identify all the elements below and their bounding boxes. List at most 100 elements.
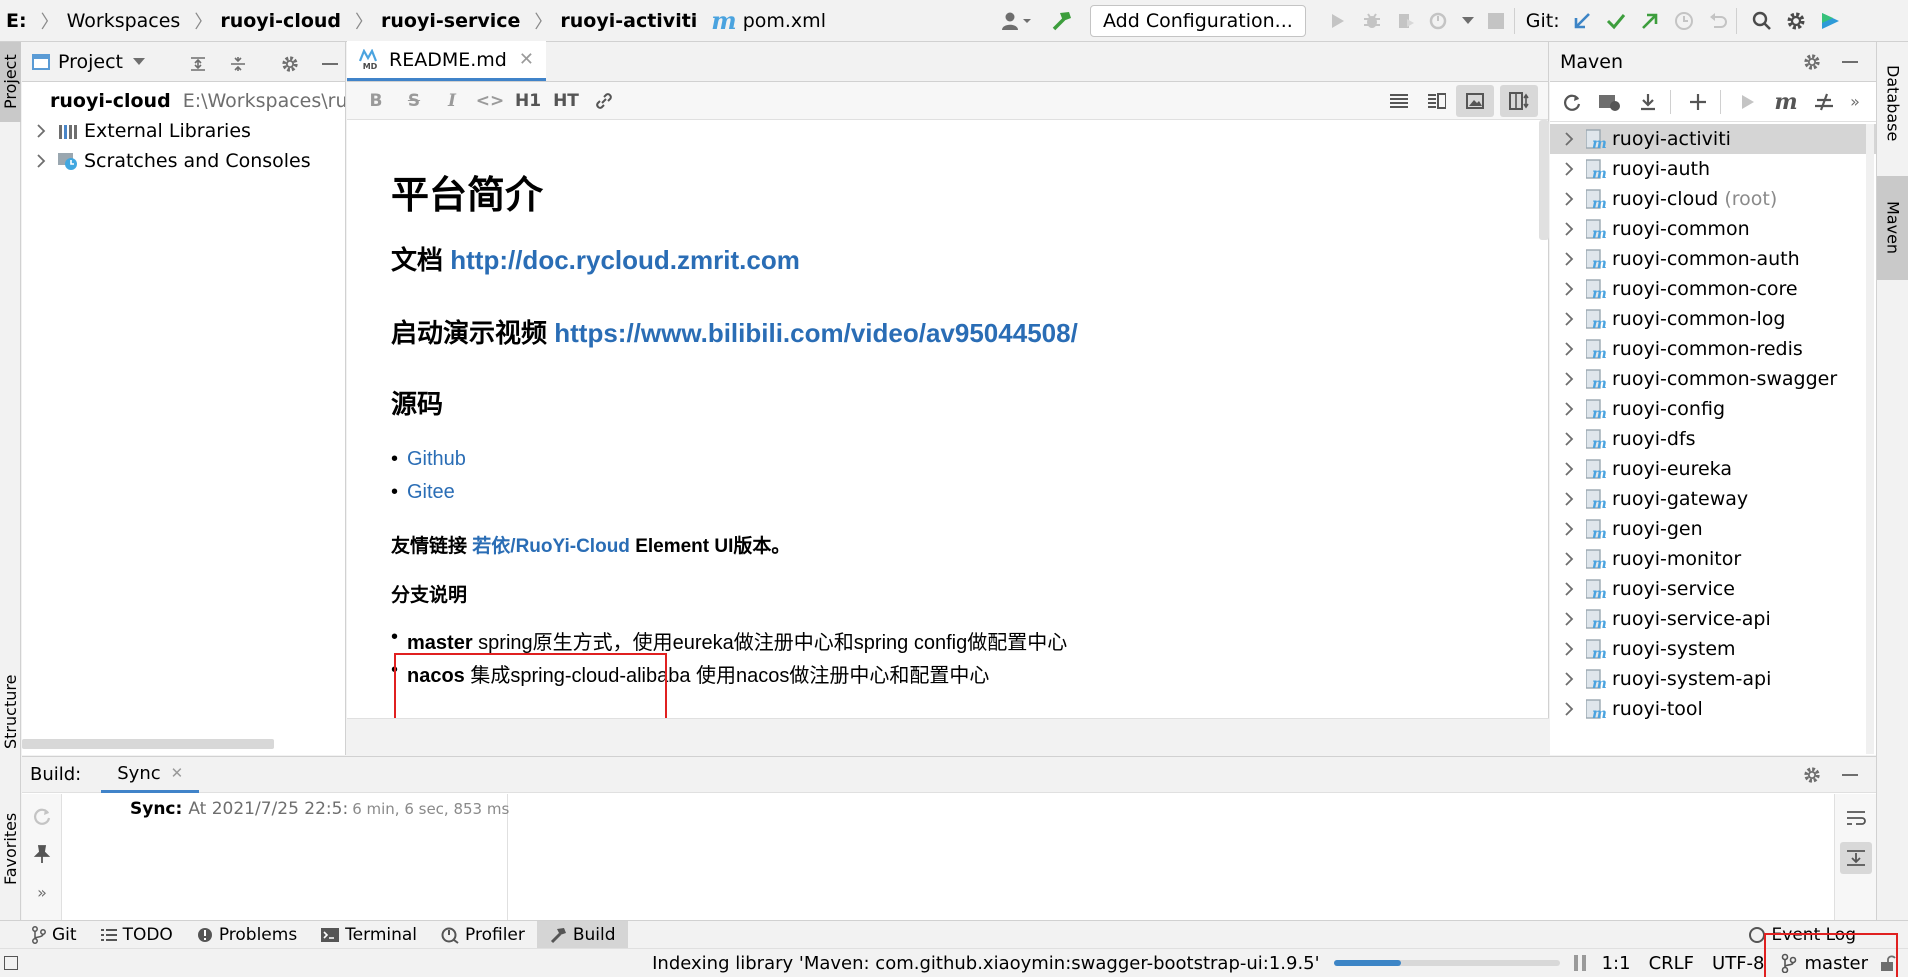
maven-module-row[interactable]: m ruoyi-service: [1550, 574, 1876, 604]
video-link[interactable]: https://www.bilibili.com/video/av9504450…: [554, 318, 1078, 348]
ruoyi-cloud-link[interactable]: 若依/RuoYi-Cloud: [472, 536, 630, 557]
git-commit-icon[interactable]: [1600, 5, 1632, 37]
soft-wrap-icon[interactable]: [1840, 802, 1872, 834]
maven-module-row[interactable]: m ruoyi-gen: [1550, 514, 1876, 544]
chevron-right-icon[interactable]: [1562, 552, 1576, 566]
sync-row[interactable]: Sync: At 2021/7/25 22:5: 6 min, 6 sec, 8…: [62, 794, 509, 824]
editor-only-icon[interactable]: [1380, 85, 1418, 117]
header-icon[interactable]: H1: [509, 85, 547, 117]
ide-logo-icon[interactable]: [1814, 5, 1846, 37]
code-icon[interactable]: <>: [471, 85, 509, 117]
reload-icon[interactable]: [1556, 86, 1588, 118]
maven-module-row[interactable]: m ruoyi-service-api: [1550, 604, 1876, 634]
expand-all-icon[interactable]: [182, 48, 214, 80]
maven-module-row[interactable]: m ruoyi-gateway: [1550, 484, 1876, 514]
tool-button-build[interactable]: Build: [536, 920, 628, 949]
more-icon[interactable]: »: [1846, 86, 1864, 118]
history-icon[interactable]: [1668, 5, 1700, 37]
breadcrumb-ruoyi-cloud[interactable]: 〉 ruoyi-cloud: [186, 0, 347, 42]
favorites-tool-tab[interactable]: Favorites: [0, 794, 21, 904]
maven-module-row[interactable]: m ruoyi-eureka: [1550, 454, 1876, 484]
rerun-icon[interactable]: [26, 800, 58, 832]
settings-gear-icon[interactable]: [1780, 5, 1812, 37]
chevron-right-icon[interactable]: [1562, 492, 1576, 506]
tab-sync[interactable]: Sync ✕: [101, 757, 200, 793]
chevron-down-icon[interactable]: [133, 57, 146, 66]
tree-item-ruoyi-cloud[interactable]: ruoyi-cloud E:\Workspaces\ru: [22, 86, 345, 116]
chevron-right-icon[interactable]: [1562, 282, 1576, 296]
chevron-right-icon[interactable]: [1562, 402, 1576, 416]
rollback-icon[interactable]: [1702, 5, 1734, 37]
add-configuration-button[interactable]: Add Configuration...: [1090, 5, 1306, 37]
user-icon[interactable]: [1000, 5, 1032, 37]
minimize-icon[interactable]: [1834, 759, 1866, 791]
horizontal-scrollbar[interactable]: [22, 739, 274, 749]
maven-module-row[interactable]: m ruoyi-common: [1550, 214, 1876, 244]
git-push-icon[interactable]: [1634, 5, 1666, 37]
tool-button-todo[interactable]: TODO: [89, 921, 185, 949]
preview-only-icon[interactable]: [1456, 84, 1494, 117]
pause-icon[interactable]: [1573, 955, 1586, 971]
maven-module-row[interactable]: m ruoyi-dfs: [1550, 424, 1876, 454]
minimize-icon[interactable]: [314, 48, 346, 80]
database-tool-tab[interactable]: Database: [1877, 48, 1908, 158]
chevron-right-icon[interactable]: [1562, 462, 1576, 476]
tree-item-scratches[interactable]: Scratches and Consoles: [22, 146, 345, 176]
run-icon[interactable]: [1322, 5, 1354, 37]
coverage-icon[interactable]: [1390, 5, 1422, 37]
maven-module-row[interactable]: m ruoyi-common-redis: [1550, 334, 1876, 364]
execute-goal-icon[interactable]: m: [1770, 86, 1802, 118]
build-hammer-icon[interactable]: [1046, 5, 1078, 37]
maven-module-row[interactable]: m ruoyi-config: [1550, 394, 1876, 424]
github-link[interactable]: Github: [407, 448, 466, 470]
chevron-right-icon[interactable]: [34, 124, 48, 138]
maven-module-row[interactable]: m ruoyi-common-auth: [1550, 244, 1876, 274]
scroll-to-end-icon[interactable]: [1840, 842, 1872, 874]
chevron-right-icon[interactable]: [1562, 642, 1576, 656]
run-icon[interactable]: [1732, 86, 1764, 118]
maven-module-row[interactable]: m ruoyi-common-core: [1550, 274, 1876, 304]
chevron-right-icon[interactable]: [1562, 612, 1576, 626]
file-encoding[interactable]: UTF-8: [1712, 953, 1764, 974]
line-separator[interactable]: CRLF: [1649, 953, 1694, 974]
dropdown-icon[interactable]: [1458, 5, 1478, 37]
gear-icon[interactable]: [274, 48, 306, 80]
doc-link[interactable]: http://doc.rycloud.zmrit.com: [450, 245, 800, 275]
tree-item-external-libraries[interactable]: External Libraries: [22, 116, 345, 146]
chevron-right-icon[interactable]: [1562, 582, 1576, 596]
add-icon[interactable]: [1682, 86, 1714, 118]
breadcrumb-ruoyi-activiti[interactable]: 〉 ruoyi-activiti: [526, 0, 703, 42]
caret-position[interactable]: 1:1: [1602, 953, 1631, 974]
breadcrumb-workspaces[interactable]: 〉 Workspaces: [33, 0, 187, 42]
breadcrumb-pom-file[interactable]: m pom.xml: [703, 0, 832, 42]
chevron-right-icon[interactable]: [1562, 312, 1576, 326]
maven-module-row[interactable]: m ruoyi-monitor: [1550, 544, 1876, 574]
italic-icon[interactable]: I: [433, 85, 471, 117]
tab-readme[interactable]: MD README.md ✕: [347, 41, 546, 81]
chevron-right-icon[interactable]: [1562, 192, 1576, 206]
minimize-icon[interactable]: [1834, 46, 1866, 78]
maven-module-row[interactable]: m ruoyi-system-api: [1550, 664, 1876, 694]
project-tool-tab[interactable]: Project: [0, 42, 21, 122]
vertical-scrollbar[interactable]: [1539, 120, 1549, 240]
chevron-right-icon[interactable]: [1562, 432, 1576, 446]
chevron-right-icon[interactable]: [34, 154, 48, 168]
collapse-all-icon[interactable]: [222, 48, 254, 80]
gear-icon[interactable]: [1796, 46, 1828, 78]
toggle-tool-windows-icon[interactable]: [4, 956, 18, 970]
maven-tool-tab[interactable]: Maven: [1877, 176, 1908, 280]
link-icon[interactable]: [585, 85, 623, 117]
pin-icon[interactable]: [26, 838, 58, 870]
header-style-icon[interactable]: HT: [547, 85, 585, 117]
more-icon[interactable]: »: [26, 876, 58, 908]
chevron-right-icon[interactable]: [1562, 672, 1576, 686]
tool-button-problems[interactable]: Problems: [185, 921, 309, 949]
breadcrumb-drive[interactable]: E:: [0, 0, 33, 42]
maven-module-row[interactable]: m ruoyi-cloud (root): [1550, 184, 1876, 214]
close-icon[interactable]: ✕: [519, 49, 534, 70]
chevron-right-icon[interactable]: [1562, 162, 1576, 176]
chevron-right-icon[interactable]: [1562, 132, 1576, 146]
chevron-right-icon[interactable]: [1562, 252, 1576, 266]
tool-button-profiler[interactable]: Profiler: [429, 921, 537, 949]
maven-module-row[interactable]: m ruoyi-tool: [1550, 694, 1876, 724]
